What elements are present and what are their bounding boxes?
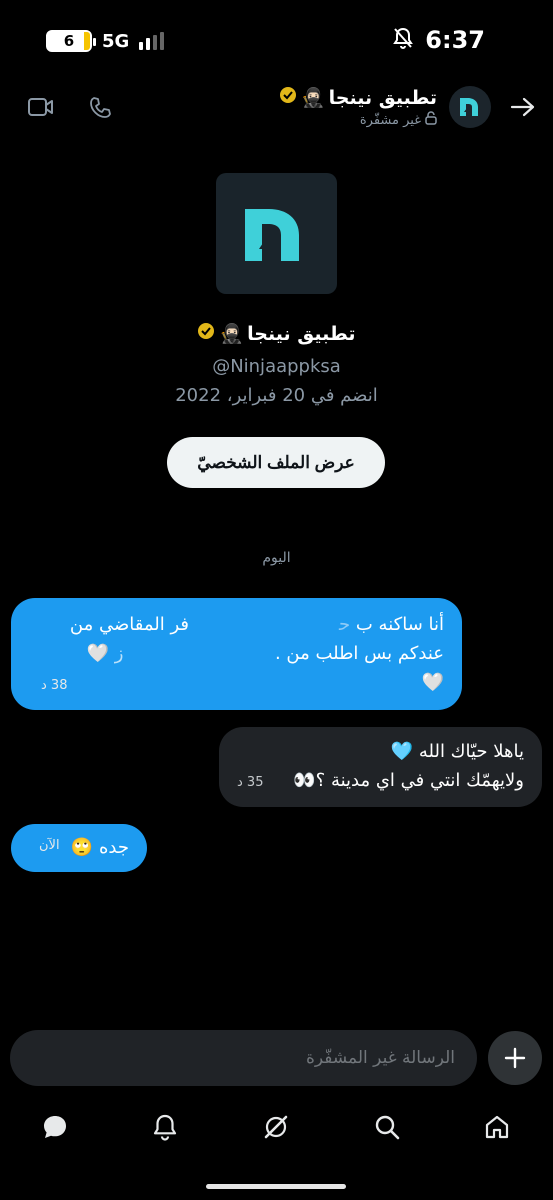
- message-line: ولايهمّك انتي في اي مدينة ؟👀: [293, 770, 524, 791]
- status-bar: 6 5G 6:37: [0, 0, 553, 80]
- notifications-icon[interactable]: [150, 1112, 180, 1142]
- conversation-header: 🥷🏻 تطبيق نينجا غير مشفّرة: [0, 80, 553, 136]
- clock: 6:37: [425, 26, 485, 54]
- bottom-navigation: [0, 1100, 553, 1155]
- profile-emoji: 🥷🏻: [219, 323, 244, 345]
- message-bubble-sent[interactable]: جده 🙄 الآن: [11, 824, 147, 872]
- message-line: 🤍: [421, 672, 444, 693]
- status-right: 6:37: [393, 26, 485, 54]
- message-time: 35 د: [237, 775, 264, 790]
- battery-level: 6: [63, 32, 75, 50]
- profile-logo[interactable]: [216, 173, 337, 294]
- video-call-icon[interactable]: [24, 90, 58, 124]
- message-bubble-sent[interactable]: أنا ساكنه ب ﺣفر المقاضي من عندكم بس اطلب…: [11, 598, 462, 710]
- view-profile-button[interactable]: عرض الملف الشخصيّ: [167, 437, 385, 488]
- signal-icon: [139, 32, 165, 50]
- status-left: 6 5G: [46, 30, 165, 52]
- verified-badge-icon: [197, 322, 215, 345]
- message-bubble-received[interactable]: ياهلا حيّاك الله 🩵 ولايهمّك انتي في اي م…: [219, 727, 542, 807]
- search-icon[interactable]: [372, 1112, 402, 1142]
- add-attachment-button[interactable]: [488, 1031, 542, 1085]
- message-time: الآن: [39, 838, 60, 853]
- phone-call-icon[interactable]: [84, 90, 118, 124]
- header-subtitle: غير مشفّرة: [359, 112, 421, 128]
- battery-icon: 6: [46, 30, 96, 52]
- network-label: 5G: [102, 30, 130, 52]
- header-emoji: 🥷🏻: [300, 87, 325, 109]
- header-title-block[interactable]: 🥷🏻 تطبيق نينجا غير مشفّرة: [279, 86, 437, 129]
- back-arrow-icon[interactable]: [506, 90, 540, 124]
- profile-name: تطبيق نينجا: [247, 322, 356, 345]
- day-separator: اليوم: [262, 550, 291, 566]
- message-line: عندكم بس اطلب من . ﺯ 🤍: [86, 643, 444, 664]
- plus-icon: [504, 1047, 526, 1069]
- home-icon[interactable]: [482, 1112, 512, 1142]
- messages-icon[interactable]: [40, 1112, 70, 1142]
- message-input[interactable]: [10, 1030, 477, 1086]
- header-title: تطبيق نينجا: [328, 86, 437, 109]
- message-time: 38 د: [41, 678, 68, 693]
- unlocked-icon: [425, 111, 437, 129]
- profile-joined-date: انضم في 20 فبراير، 2022: [175, 385, 378, 406]
- profile-handle: @Ninjaappksa: [212, 356, 341, 377]
- message-line: أنا ساكنه ب ﺣفر المقاضي من: [69, 614, 444, 635]
- mute-icon: [393, 27, 414, 53]
- grok-icon[interactable]: [261, 1112, 291, 1142]
- verified-badge-icon: [279, 86, 297, 109]
- header-avatar[interactable]: [449, 86, 491, 128]
- message-line: ياهلا حيّاك الله 🩵: [390, 741, 524, 762]
- profile-name-row: 🥷🏻 تطبيق نينجا: [0, 322, 553, 345]
- message-composer: [10, 1030, 477, 1086]
- home-indicator: [206, 1184, 346, 1189]
